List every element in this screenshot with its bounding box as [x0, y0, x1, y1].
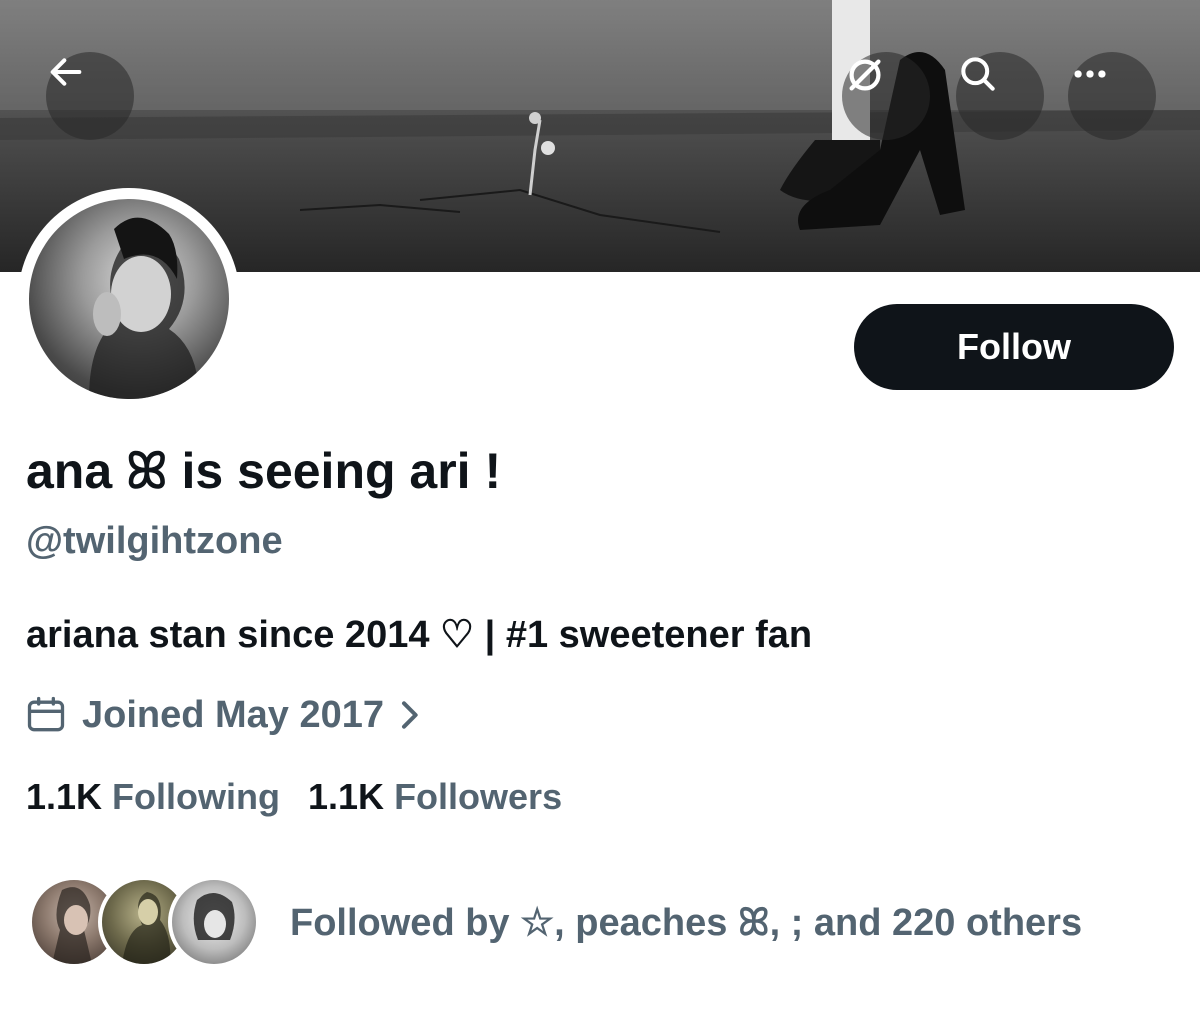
more-dots-icon — [1074, 70, 1106, 78]
profile-bio: ariana stan since 2014 ♡ | #1 sweetener … — [26, 614, 813, 656]
following-count: 1.1K — [26, 776, 103, 817]
followed-by-row[interactable]: Followed by ☆, peaches ꕤ, ; and 220 othe… — [28, 872, 1082, 972]
calendar-icon — [27, 696, 65, 732]
followed-by-text: Followed by ☆, peaches ꕤ, ; and 220 othe… — [290, 901, 1083, 944]
more-button[interactable] — [1068, 52, 1156, 140]
display-name: ana ꕤ is seeing ari ! — [26, 443, 502, 499]
username-handle: @twilgihtzone — [26, 520, 283, 562]
following-label: Following — [112, 776, 281, 817]
joined-date-row[interactable]: Joined May 2017 — [24, 690, 420, 740]
followers-count: 1.1K — [308, 776, 385, 817]
chevron-right-icon — [402, 701, 418, 729]
search-button[interactable] — [956, 52, 1044, 140]
arrow-left-icon — [50, 58, 82, 86]
follow-button[interactable]: Follow — [854, 304, 1174, 390]
hide-button[interactable] — [842, 52, 930, 140]
profile-avatar[interactable] — [18, 188, 240, 410]
follower-avatar — [168, 876, 260, 968]
followers-stat[interactable]: 1.1K Followers — [308, 776, 562, 818]
eye-slash-icon — [849, 59, 881, 91]
avatar-image — [29, 199, 229, 399]
back-button[interactable] — [46, 52, 134, 140]
following-stat[interactable]: 1.1K Following — [26, 776, 280, 818]
search-icon — [961, 57, 995, 91]
followers-label: Followers — [394, 776, 563, 817]
joined-date: Joined May 2017 — [82, 693, 385, 736]
follow-stats: 1.1K Following 1.1K Followers — [26, 776, 590, 818]
